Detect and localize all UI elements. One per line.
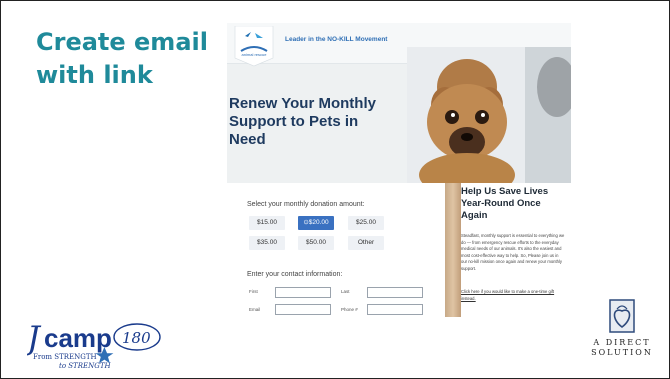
email-label: Email — [249, 307, 261, 312]
amount-prompt: Select your monthly donation amount: — [247, 201, 365, 208]
a-direct-solution-logo: A DIRECT SOLUTION — [591, 299, 653, 377]
amount-35-button[interactable]: $35.00 — [249, 236, 285, 250]
dog-photo — [407, 47, 571, 183]
amount-50-button[interactable]: $50.00 — [298, 236, 334, 250]
amount-20-label: $20.00 — [308, 219, 329, 226]
last-label: Last — [341, 289, 350, 294]
panel-body: Steadfast, monthly support is essential … — [461, 233, 565, 271]
phone-label: Phone # — [341, 307, 358, 312]
email-heading: Renew Your Monthly Support to Pets in Ne… — [229, 95, 376, 148]
jcamp-line2: to STRENGTH — [59, 362, 111, 370]
first-field[interactable] — [275, 287, 331, 298]
one-time-gift-link[interactable]: Click here if you would like to make a o… — [461, 289, 556, 302]
email-hero: animal rescue Leader in the NO-KILL Move… — [227, 23, 571, 183]
slide: Create email with link animal rescue Lea… — [0, 0, 670, 379]
jcamp-logo: J camp 180 From STRENGTH to STRENGTH — [27, 319, 161, 370]
email-screenshot: animal rescue Leader in the NO-KILL Move… — [227, 23, 571, 317]
ads-line2: SOLUTION — [591, 348, 653, 357]
jcamp-180: 180 — [122, 329, 151, 347]
shelter-logo-icon: animal rescue — [234, 26, 274, 67]
contact-prompt: Enter your contact information: — [247, 271, 343, 278]
svg-text:J: J — [27, 319, 42, 357]
panel-heading: Help Us Save Lives Year-Round Once Again — [461, 186, 549, 221]
amount-25-button[interactable]: $25.00 — [348, 216, 384, 230]
jcamp-line1: From STRENGTH — [33, 353, 97, 361]
info-panel: Help Us Save Lives Year-Round Once Again… — [461, 183, 571, 317]
first-label: First — [249, 289, 258, 294]
donation-form: Select your monthly donation amount: $15… — [227, 183, 445, 317]
jcamp-word: camp — [44, 323, 112, 353]
slide-title: Create email with link — [36, 28, 208, 89]
email-lower: Select your monthly donation amount: $15… — [227, 183, 571, 317]
email-field[interactable] — [275, 304, 331, 315]
heart-hands-icon — [609, 299, 635, 333]
email-tagline: Leader in the NO-KILL Movement — [285, 36, 388, 43]
amount-20-button[interactable]: ⊙$20.00 — [298, 216, 334, 230]
svg-text:animal rescue: animal rescue — [242, 52, 268, 57]
phone-field[interactable] — [367, 304, 423, 315]
last-field[interactable] — [367, 287, 423, 298]
amount-15-button[interactable]: $15.00 — [249, 216, 285, 230]
ads-line1: A DIRECT — [593, 338, 651, 347]
amount-other-button[interactable]: Other — [348, 236, 384, 250]
wood-divider — [445, 183, 461, 317]
